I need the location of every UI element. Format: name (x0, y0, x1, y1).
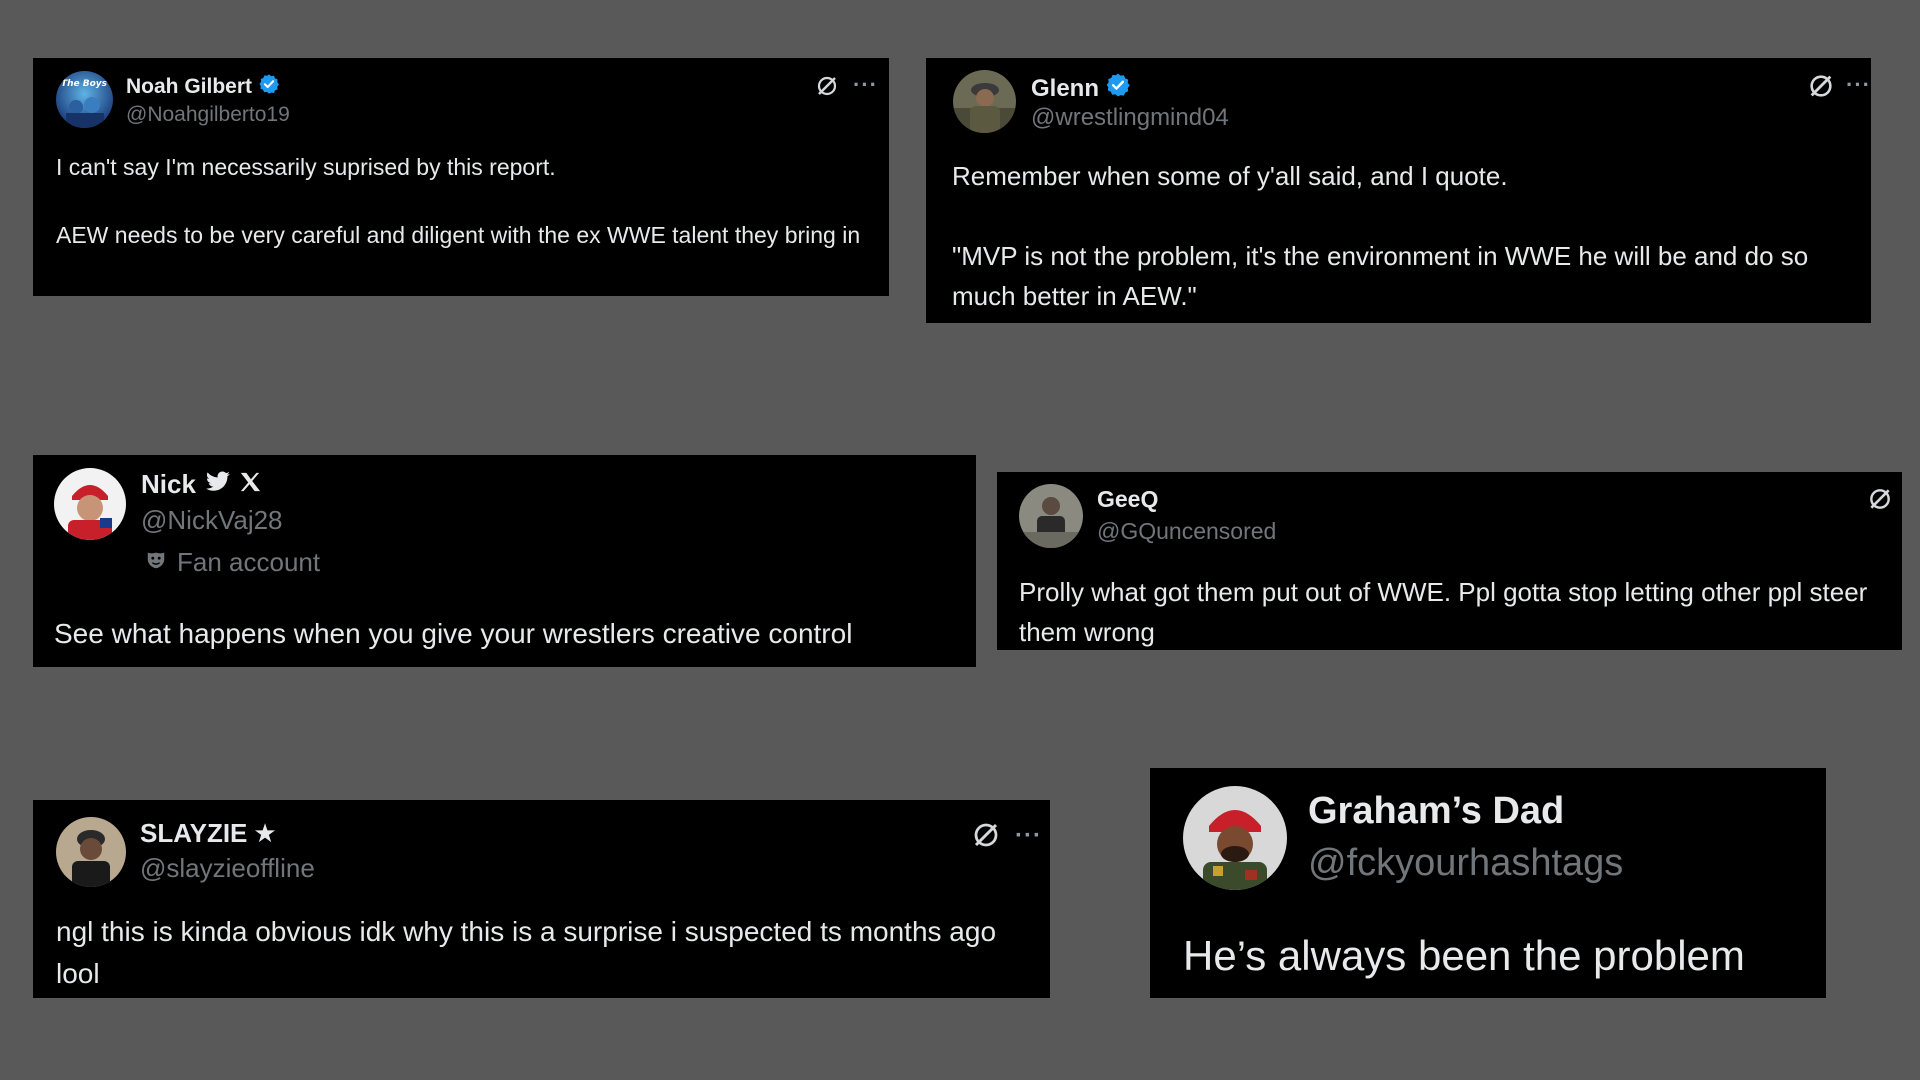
display-name[interactable]: SLAYZIE ★ (140, 818, 277, 849)
tweet-card-nick[interactable]: Nick @NickVaj28 Fan account See what hap… (33, 455, 976, 667)
user-handle[interactable]: @slayzieoffline (140, 853, 315, 884)
verified-badge-icon (1105, 72, 1131, 105)
tweet-text: Prolly what got them put out of WWE. Ppl… (1019, 577, 1875, 647)
display-name-text[interactable]: SLAYZIE (140, 818, 247, 849)
tweet-text: ngl this is kinda obvious idk why this i… (56, 916, 1004, 989)
more-options-button[interactable]: ··· (1846, 74, 1871, 96)
display-name-text[interactable]: Glenn (1031, 75, 1099, 103)
x-logo-icon (239, 469, 261, 500)
tweet-card-glenn[interactable]: Glenn @wrestlingmind04 ··· Remember when… (926, 58, 1871, 323)
grok-icon[interactable] (971, 820, 1001, 850)
fan-account-text: Fan account (177, 547, 321, 577)
display-name[interactable]: Graham’s Dad (1308, 790, 1564, 833)
display-name-text[interactable]: GeeQ (1097, 486, 1158, 513)
user-handle[interactable]: @NickVaj28 (141, 505, 283, 536)
tweet-text: See what happens when you give your wres… (54, 618, 853, 649)
tweet-text: Remember when some of y'all said, and I … (952, 161, 1809, 311)
display-name[interactable]: GeeQ (1097, 486, 1158, 513)
bird-icon (205, 469, 231, 500)
user-handle[interactable]: @GQuncensored (1097, 518, 1276, 545)
avatar[interactable]: The Boys (56, 71, 113, 128)
display-name[interactable]: Nick (141, 469, 261, 500)
more-options-button[interactable]: ··· (1015, 824, 1042, 848)
tweet-card-grahams-dad[interactable]: Graham’s Dad @fckyourhashtags He’s alway… (1150, 768, 1826, 998)
avatar[interactable] (953, 70, 1016, 133)
tweet-card-geeq[interactable]: GeeQ @GQuncensored Prolly what got them … (997, 472, 1902, 650)
avatar[interactable] (1019, 484, 1083, 548)
avatar[interactable] (54, 468, 126, 540)
tweet-text: I can't say I'm necessarily suprised by … (56, 154, 861, 248)
user-handle[interactable]: @Noahgilberto19 (126, 103, 290, 127)
tweet-card-noah-gilbert[interactable]: The Boys Noah Gilbert @Noahgilberto19 ··… (33, 58, 889, 296)
display-name-text[interactable]: Graham’s Dad (1308, 790, 1564, 833)
display-name-text[interactable]: Noah Gilbert (126, 75, 252, 99)
display-name[interactable]: Noah Gilbert (126, 73, 280, 101)
tweet-card-slayzie[interactable]: SLAYZIE ★ @slayzieoffline ··· ngl this i… (33, 800, 1050, 998)
avatar[interactable] (1183, 786, 1287, 890)
grok-icon[interactable] (815, 74, 839, 98)
fan-account-label: Fan account (141, 547, 320, 578)
mask-icon (145, 547, 167, 578)
display-name-text[interactable]: Nick (141, 469, 196, 500)
grok-icon[interactable] (1807, 72, 1835, 100)
verified-badge-icon (258, 73, 280, 101)
star-icon: ★ (253, 818, 277, 848)
display-name[interactable]: Glenn (1031, 72, 1131, 105)
more-options-button[interactable]: ··· (853, 74, 878, 96)
svg-text:The Boys: The Boys (61, 79, 108, 89)
avatar[interactable] (56, 817, 126, 887)
user-handle[interactable]: @wrestlingmind04 (1031, 104, 1229, 132)
grok-icon[interactable] (1867, 486, 1893, 512)
user-handle[interactable]: @fckyourhashtags (1308, 842, 1623, 885)
tweet-text: He’s always been the problem (1183, 932, 1745, 979)
